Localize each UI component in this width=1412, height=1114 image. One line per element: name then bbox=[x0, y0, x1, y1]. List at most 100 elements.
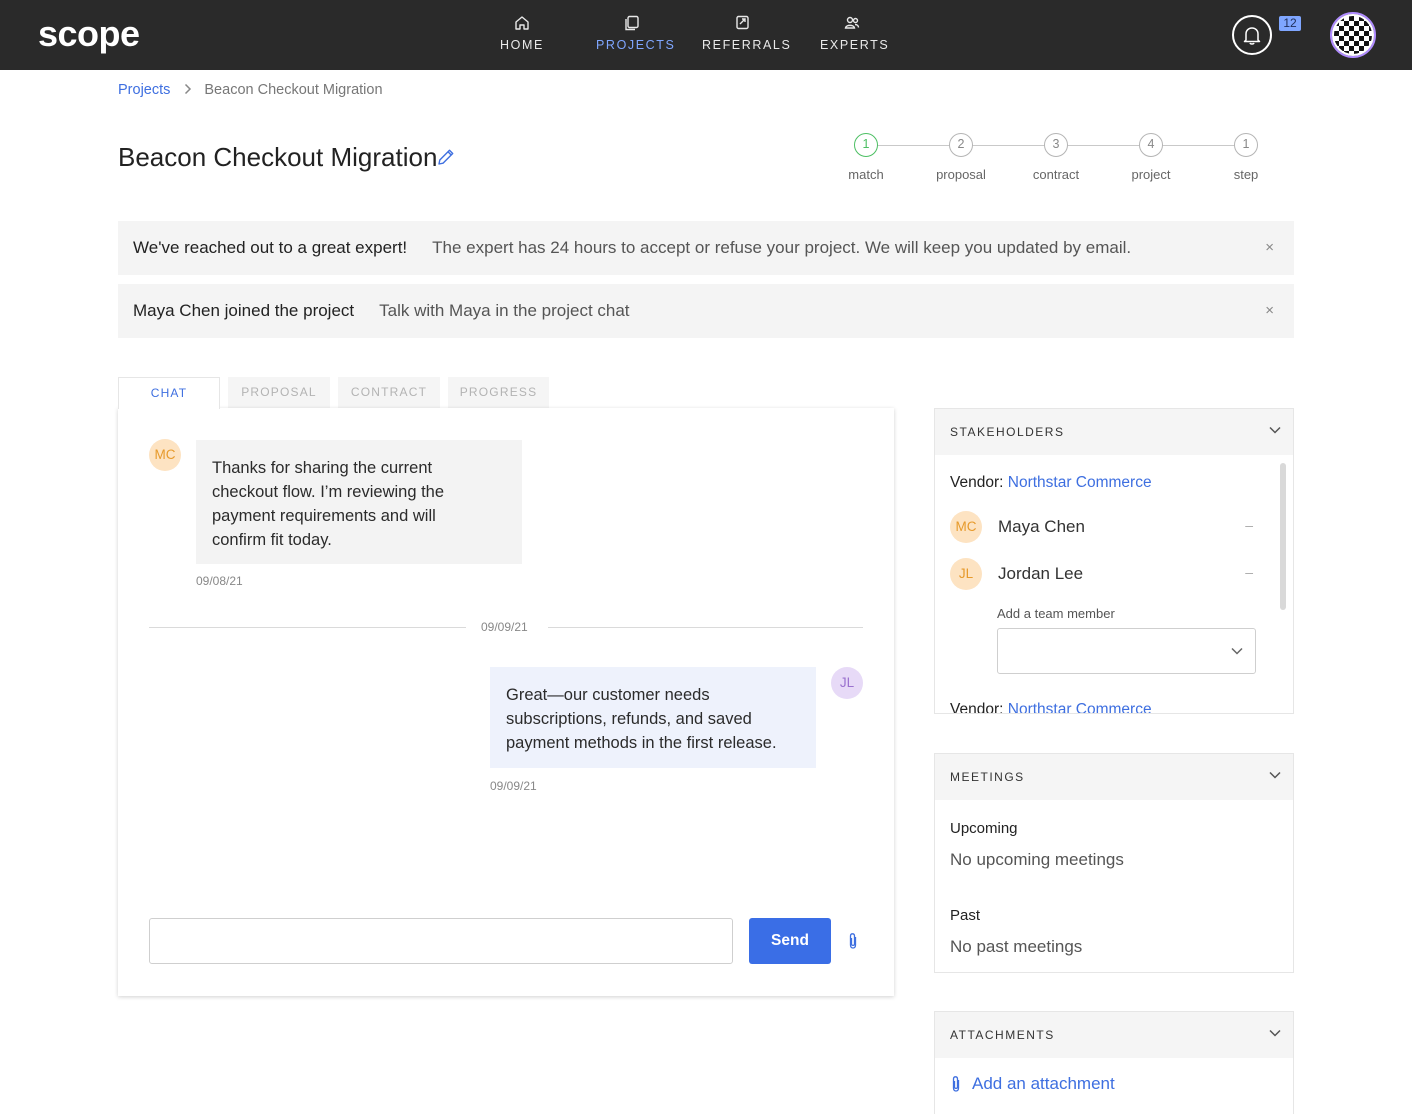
stakeholders-header[interactable]: STAKEHOLDERS bbox=[935, 409, 1293, 455]
attachments-header[interactable]: ATTACHMENTS bbox=[935, 1012, 1293, 1058]
avatar: JL bbox=[950, 558, 982, 590]
meetings-card: MEETINGS Upcoming No upcoming meetings P… bbox=[934, 753, 1294, 973]
chevron-down-icon bbox=[1269, 771, 1281, 779]
message-bubble-outgoing: Great—our customer needs subscriptions, … bbox=[490, 667, 816, 768]
close-icon[interactable]: × bbox=[1265, 239, 1274, 256]
nav-projects-label: PROJECTS bbox=[596, 38, 676, 52]
nav-projects[interactable]: PROJECTS bbox=[596, 14, 674, 60]
date-divider-left bbox=[149, 627, 466, 628]
edit-pencil-icon[interactable] bbox=[436, 147, 456, 172]
step-proposal: 2 proposal bbox=[915, 133, 1007, 182]
step-number: 2 bbox=[949, 133, 973, 157]
stakeholder-row: MC Maya Chen – bbox=[950, 511, 1253, 543]
step-number: 3 bbox=[1044, 133, 1068, 157]
scope-logo[interactable]: scope bbox=[38, 13, 140, 55]
stakeholder-row: JL Jordan Lee – bbox=[950, 558, 1253, 590]
step-match: 1 match bbox=[820, 133, 912, 182]
chevron-down-icon bbox=[1231, 647, 1243, 655]
date-divider-right bbox=[548, 627, 863, 628]
vendor-link[interactable]: Northstar Commerce bbox=[1008, 474, 1152, 491]
stakeholders-card: STAKEHOLDERS Vendor: Northstar Commerce … bbox=[934, 408, 1294, 714]
step-contract: 3 contract bbox=[1010, 133, 1102, 182]
tab-chat[interactable]: CHAT bbox=[118, 377, 220, 409]
close-icon[interactable]: × bbox=[1265, 302, 1274, 319]
card-title: MEETINGS bbox=[950, 770, 1025, 784]
nav-experts-label: EXPERTS bbox=[820, 38, 890, 52]
nav-experts[interactable]: EXPERTS bbox=[820, 14, 888, 60]
chevron-down-icon bbox=[1269, 1029, 1281, 1037]
message-bubble-incoming: Thanks for sharing the current checkout … bbox=[196, 440, 522, 564]
stakeholder-name: Maya Chen bbox=[998, 517, 1085, 536]
nav-referrals[interactable]: REFERRALS bbox=[702, 14, 790, 60]
chevron-down-icon bbox=[1269, 426, 1281, 434]
step-project: 4 project bbox=[1105, 133, 1197, 182]
tab-proposal[interactable]: PROPOSAL bbox=[228, 377, 330, 408]
alert-title: We've reached out to a great expert! bbox=[133, 238, 408, 257]
add-attachment-label: Add an attachment bbox=[972, 1074, 1115, 1093]
notification-count-badge: 12 bbox=[1279, 16, 1301, 31]
message-line: subscriptions, refunds, and saved bbox=[506, 710, 752, 728]
step-number: 1 bbox=[1234, 133, 1258, 157]
step-label: project bbox=[1131, 167, 1171, 182]
scrollbar[interactable] bbox=[1280, 463, 1286, 610]
add-attachment-link[interactable]: Add an attachment bbox=[950, 1074, 1115, 1094]
card-title: STAKEHOLDERS bbox=[950, 425, 1065, 439]
alert-title: Maya Chen joined the project bbox=[133, 301, 355, 320]
stakeholder-name: Jordan Lee bbox=[998, 564, 1084, 583]
nav-home-label: HOME bbox=[500, 38, 544, 52]
card-title: ATTACHMENTS bbox=[950, 1028, 1055, 1042]
step-number: 1 bbox=[854, 133, 878, 157]
upcoming-value: No upcoming meetings bbox=[950, 850, 1124, 869]
chat-message-input[interactable] bbox=[149, 918, 733, 964]
projects-icon bbox=[625, 15, 639, 31]
message-line: payment methods in the first release. bbox=[506, 734, 777, 752]
meetings-header[interactable]: MEETINGS bbox=[935, 754, 1293, 800]
vendor-link[interactable]: Northstar Commerce bbox=[1008, 701, 1152, 713]
add-member-select[interactable] bbox=[997, 628, 1256, 674]
upcoming-label: Upcoming bbox=[950, 820, 1018, 837]
expert-outreach-alert: We've reached out to a great expert! The… bbox=[118, 221, 1294, 275]
message-line: checkout flow. I’m reviewing the bbox=[212, 483, 445, 501]
bell-icon bbox=[1243, 27, 1261, 45]
avatar: MC bbox=[149, 439, 181, 471]
chevron-right-icon bbox=[184, 83, 192, 98]
breadcrumb-current: Beacon Checkout Migration bbox=[204, 82, 383, 98]
send-button[interactable]: Send bbox=[749, 918, 831, 964]
past-label: Past bbox=[950, 907, 981, 924]
step-number: 4 bbox=[1139, 133, 1163, 157]
message-timestamp: 09/09/21 bbox=[490, 779, 537, 793]
member-joined-alert: Maya Chen joined the project Talk with M… bbox=[118, 284, 1294, 338]
step-label: match bbox=[848, 167, 884, 182]
remove-member-button[interactable]: – bbox=[1245, 564, 1253, 580]
breadcrumb: Projects Beacon Checkout Migration bbox=[118, 82, 383, 98]
alert-message: The expert has 24 hours to accept or ref… bbox=[432, 238, 1132, 257]
top-navbar: scope HOME PROJECTS REFERRALS EXPERTS 12 bbox=[0, 0, 1412, 70]
message-line: payment requirements and will bbox=[212, 507, 436, 525]
avatar: JL bbox=[831, 667, 863, 699]
avatar: MC bbox=[950, 511, 982, 543]
breadcrumb-projects-link[interactable]: Projects bbox=[118, 82, 170, 98]
alert-message: Talk with Maya in the project chat bbox=[379, 301, 630, 320]
step-label: step bbox=[1233, 167, 1259, 182]
attachments-card: ATTACHMENTS Add an attachment bbox=[934, 1011, 1294, 1114]
tab-progress[interactable]: PROGRESS bbox=[448, 377, 549, 408]
step-step: 1 step bbox=[1200, 133, 1292, 182]
nav-home[interactable]: HOME bbox=[492, 14, 552, 60]
page-title: Beacon Checkout Migration bbox=[118, 142, 438, 172]
user-avatar[interactable] bbox=[1332, 14, 1374, 56]
vendor-label: Vendor: bbox=[950, 701, 1004, 714]
nav-referrals-label: REFERRALS bbox=[702, 38, 792, 52]
vendor-row: Vendor: Northstar Commerce bbox=[950, 474, 1152, 492]
paperclip-icon[interactable] bbox=[847, 932, 859, 955]
date-divider-label: 09/09/21 bbox=[481, 620, 528, 634]
remove-member-button[interactable]: – bbox=[1245, 517, 1253, 533]
vendor-label: Vendor: bbox=[950, 474, 1004, 491]
add-member-label: Add a team member bbox=[997, 606, 1115, 621]
message-timestamp: 09/08/21 bbox=[196, 574, 243, 588]
referrals-icon bbox=[736, 15, 749, 30]
experts-icon bbox=[844, 16, 860, 29]
tab-contract[interactable]: CONTRACT bbox=[338, 377, 440, 408]
vendor-row: Vendor: Northstar Commerce bbox=[950, 701, 1152, 714]
step-label: proposal bbox=[936, 167, 986, 182]
notifications-button[interactable] bbox=[1232, 15, 1272, 55]
